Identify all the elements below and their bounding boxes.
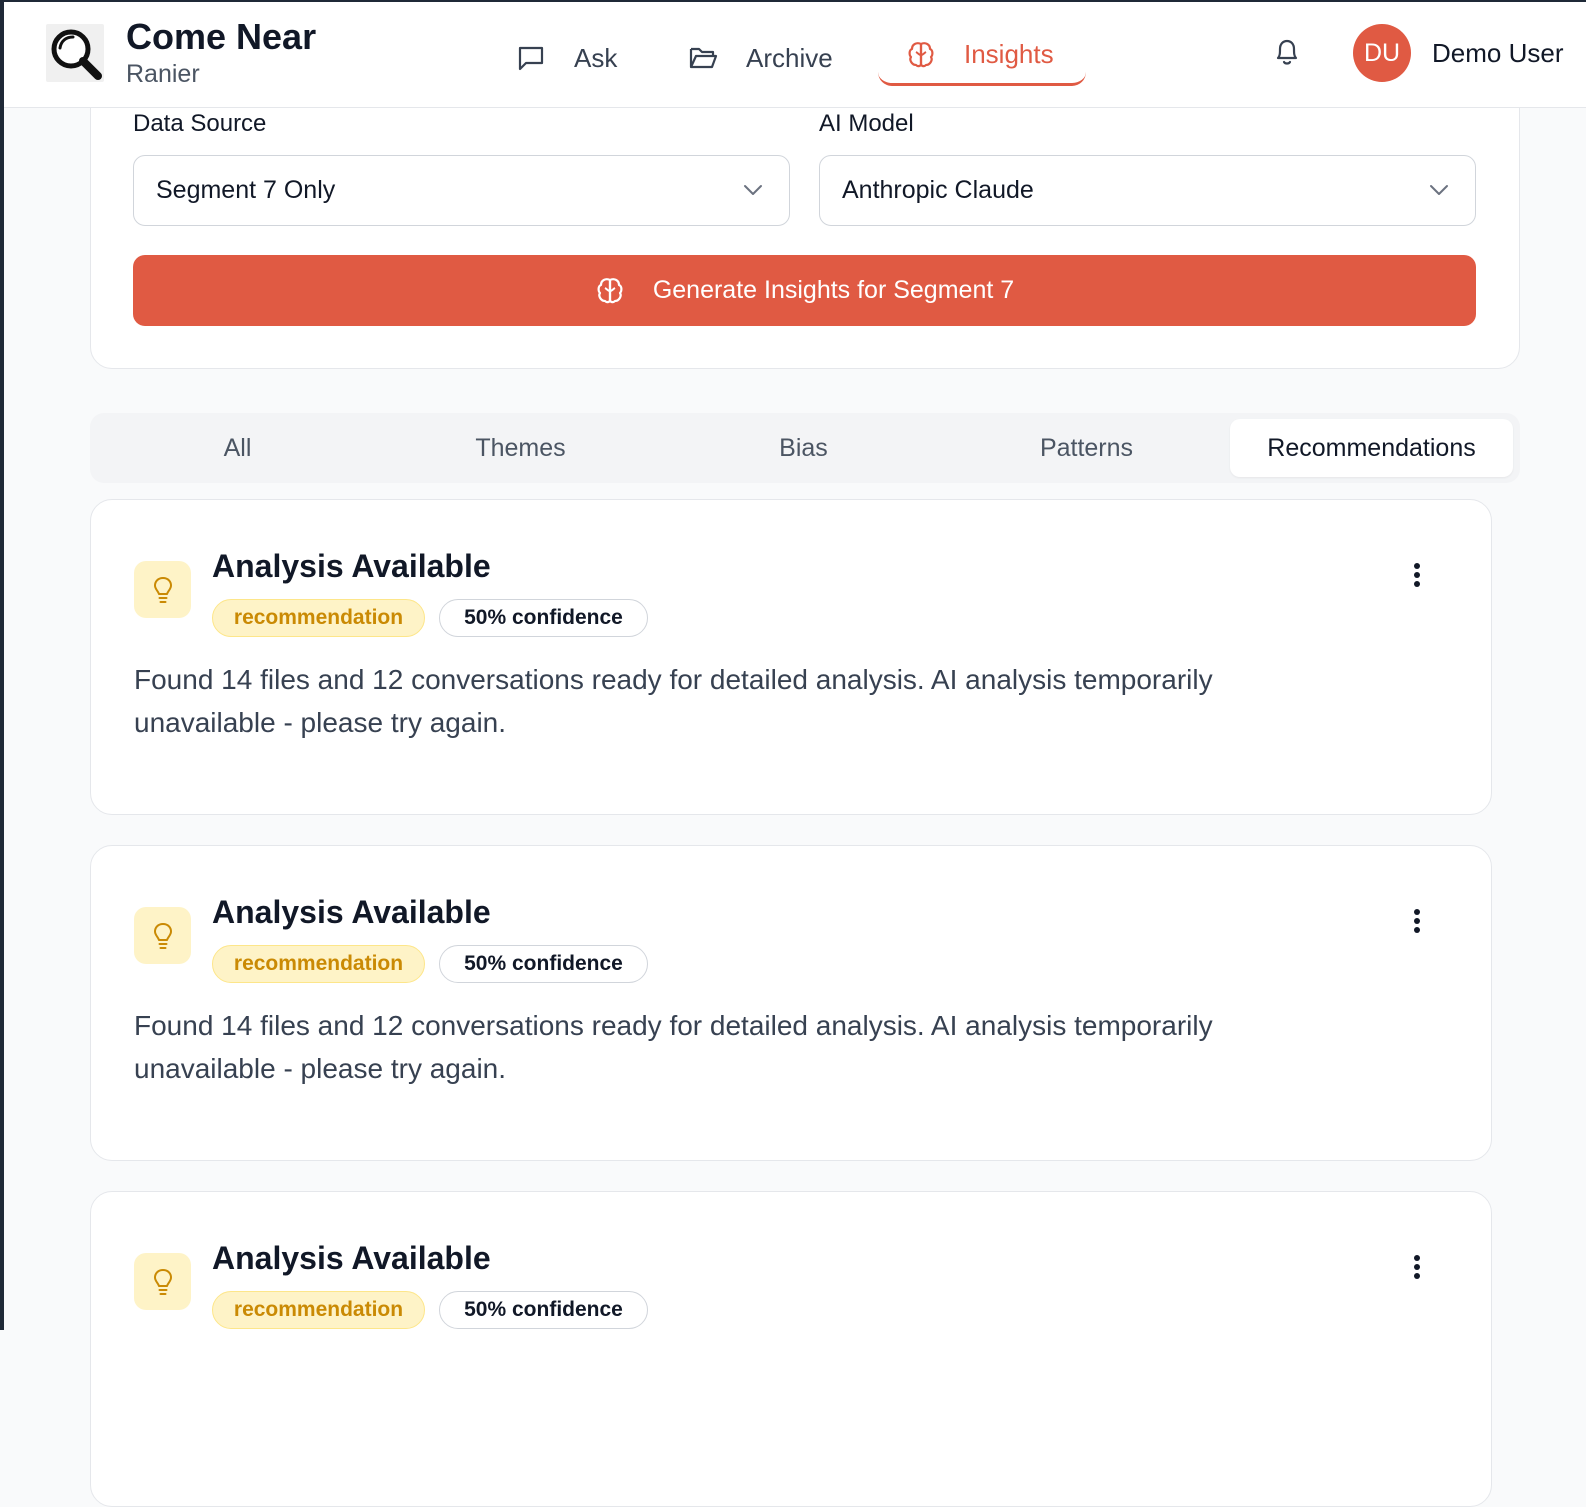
insight-type-badge-icon: [134, 1253, 191, 1310]
insight-title: Analysis Available: [212, 894, 491, 930]
chevron-down-icon: [1430, 185, 1448, 195]
user-initials: DU: [1363, 38, 1401, 67]
folder-open-icon: [689, 47, 718, 69]
app-logo[interactable]: [46, 24, 104, 82]
insight-type-badge: recommendation: [212, 945, 425, 983]
insight-card: Analysis Available recommendation 50% co…: [90, 499, 1492, 815]
confidence-badge: 50% confidence: [439, 599, 648, 637]
lightbulb-icon: [153, 1268, 172, 1295]
insight-type-badge-icon: [134, 907, 191, 964]
tab-patterns[interactable]: Patterns: [945, 419, 1228, 477]
user-avatar[interactable]: DU: [1353, 24, 1411, 82]
user-name[interactable]: Demo User: [1432, 38, 1563, 69]
chat-bubble-icon: [518, 46, 544, 71]
ai-model-label: AI Model: [819, 110, 914, 137]
insight-description: Found 14 files and 12 conversations read…: [134, 664, 1213, 738]
magnifier-logo-icon: [51, 29, 102, 80]
ai-model-select[interactable]: Anthropic Claude: [819, 155, 1476, 226]
brain-icon: [597, 277, 623, 303]
more-vertical-icon[interactable]: [1413, 562, 1421, 588]
nav-archive-label: Archive: [746, 42, 833, 73]
app-header: Come Near Ranier Ask Archive Insights DU…: [4, 0, 1586, 108]
data-source-value: Segment 7 Only: [156, 176, 336, 204]
data-source-label: Data Source: [133, 110, 267, 137]
insight-filter-tabs: All Themes Bias Patterns Recommendations: [90, 413, 1520, 483]
nav-insights-label: Insights: [964, 39, 1054, 69]
more-vertical-icon[interactable]: [1413, 1254, 1421, 1280]
insight-description: Found 14 files and 12 conversations read…: [134, 1010, 1213, 1084]
insight-type-badge: recommendation: [212, 1291, 425, 1329]
brain-icon: [908, 41, 934, 67]
more-vertical-icon[interactable]: [1413, 908, 1421, 934]
workspace-name: Ranier: [126, 60, 200, 88]
nav-ask[interactable]: Ask: [516, 28, 617, 88]
confidence-badge: 50% confidence: [439, 945, 648, 983]
insight-title: Analysis Available: [212, 1240, 491, 1276]
tab-all[interactable]: All: [96, 419, 379, 477]
tab-themes[interactable]: Themes: [379, 419, 662, 477]
ai-model-value: Anthropic Claude: [842, 176, 1034, 204]
insight-type-badge-icon: [134, 561, 191, 618]
insight-card: Analysis Available recommendation 50% co…: [90, 845, 1492, 1161]
data-source-select[interactable]: Segment 7 Only: [133, 155, 790, 226]
generate-insights-button[interactable]: Generate Insights for Segment 7: [133, 255, 1476, 326]
lightbulb-icon: [153, 576, 172, 603]
confidence-badge: 50% confidence: [439, 1291, 648, 1329]
tab-bias[interactable]: Bias: [662, 419, 945, 477]
nav-archive[interactable]: Archive: [688, 28, 833, 88]
insight-card: Analysis Available recommendation 50% co…: [90, 1191, 1492, 1507]
lightbulb-icon: [153, 922, 172, 949]
generate-insights-label: Generate Insights for Segment 7: [652, 276, 1015, 304]
chevron-down-icon: [744, 185, 762, 195]
nav-insights[interactable]: Insights: [878, 26, 1086, 86]
insight-type-badge: recommendation: [212, 599, 425, 637]
app-title: Come Near: [126, 16, 317, 57]
nav-ask-label: Ask: [574, 42, 618, 73]
bell-icon[interactable]: [1272, 36, 1302, 68]
tab-recommendations[interactable]: Recommendations: [1230, 419, 1513, 477]
insight-title: Analysis Available: [212, 548, 491, 584]
window-edge: [0, 0, 4, 1330]
